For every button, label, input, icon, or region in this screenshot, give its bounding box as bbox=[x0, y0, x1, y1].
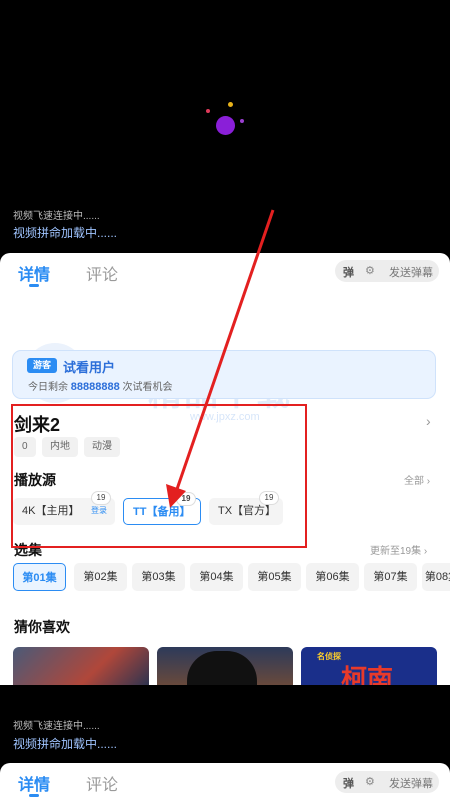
bottom-tab-comments[interactable]: 评论 bbox=[86, 771, 118, 795]
chevron-right-icon[interactable]: › bbox=[426, 413, 431, 429]
episodes-more-link[interactable]: 更新至19集 › bbox=[370, 542, 427, 557]
bottom-loading-text-2: 视频拼命加载中...... bbox=[13, 737, 118, 751]
guest-badge: 游客 bbox=[27, 358, 57, 373]
guest-name: 试看用户 bbox=[63, 360, 116, 375]
tab-active-indicator bbox=[29, 284, 39, 287]
recommend-poster-2[interactable] bbox=[157, 647, 293, 685]
bottom-detail-panel: 详情 评论 弹 ⚙ 发送弹幕 bbox=[0, 763, 450, 800]
episode-item[interactable]: 第04集 bbox=[190, 563, 243, 591]
loading-spinner bbox=[200, 96, 250, 142]
danmaku-toggle-button[interactable]: 弹 bbox=[343, 264, 354, 280]
bottom-send-danmaku[interactable]: 发送弹幕 bbox=[389, 775, 433, 791]
bottom-tab-indicator bbox=[29, 794, 39, 797]
episode-item[interactable]: 第08集 bbox=[422, 563, 450, 591]
recommend-poster-1[interactable] bbox=[13, 647, 149, 685]
send-danmaku-button[interactable]: 发送弹幕 bbox=[389, 264, 433, 280]
episode-item[interactable]: 第03集 bbox=[132, 563, 185, 591]
bottom-player-preview: 视频飞速连接中...... 视频拼命加载中...... 详情 评论 弹 ⚙ 发送… bbox=[0, 685, 450, 800]
bottom-tab-details[interactable]: 详情 bbox=[18, 771, 50, 795]
guest-remaining-count: 88888888 bbox=[70, 381, 120, 393]
episode-item[interactable]: 第01集 bbox=[13, 563, 66, 591]
bottom-danmaku-settings-icon[interactable]: ⚙ bbox=[365, 775, 375, 788]
recommend-heading: 猜你喜欢 bbox=[14, 619, 70, 635]
danmaku-settings-icon[interactable]: ⚙ bbox=[365, 264, 375, 277]
bottom-danmaku-toggle[interactable]: 弹 bbox=[343, 775, 354, 791]
guest-remaining-suffix: 次试看机会 bbox=[122, 382, 173, 393]
episode-item[interactable]: 第06集 bbox=[306, 563, 359, 591]
highlight-box bbox=[11, 404, 307, 548]
video-player[interactable]: 视频飞速连接中...... 视频拼命加载中...... bbox=[0, 0, 450, 253]
guest-remaining: 今日剩余 88888888 次试看机会 bbox=[28, 378, 173, 393]
loading-status-text: 视频飞速连接中...... bbox=[13, 211, 100, 222]
poster-title: 柯南 bbox=[341, 664, 394, 685]
bottom-danmaku-bar: 弹 ⚙ 发送弹幕 bbox=[335, 771, 439, 793]
poster-badge: 名侦探 bbox=[317, 652, 341, 661]
danmaku-bar: 弹 ⚙ 发送弹幕 bbox=[335, 260, 439, 282]
loading-status-text-2: 视频拼命加载中...... bbox=[13, 226, 118, 240]
tab-bar: 详情 评论 弹 ⚙ 发送弹幕 bbox=[0, 253, 450, 293]
bottom-loading-text: 视频飞速连接中...... bbox=[13, 721, 100, 732]
episode-item[interactable]: 第07集 bbox=[364, 563, 417, 591]
recommend-poster-3[interactable]: 名侦探 柯南 bbox=[301, 647, 437, 685]
episodes-update-label: 更新至19集 bbox=[370, 546, 422, 557]
tab-details[interactable]: 详情 bbox=[18, 261, 50, 285]
tab-comments[interactable]: 评论 bbox=[86, 261, 118, 285]
guest-card[interactable]: 游客 试看用户 今日剩余 88888888 次试看机会 bbox=[12, 350, 436, 399]
sources-more-link[interactable]: 全部 › bbox=[404, 472, 430, 487]
guest-remaining-prefix: 今日剩余 bbox=[28, 382, 68, 393]
episode-item[interactable]: 第02集 bbox=[74, 563, 127, 591]
episode-item[interactable]: 第05集 bbox=[248, 563, 301, 591]
poster-figure bbox=[187, 651, 257, 685]
sources-more-label: 全部 bbox=[404, 476, 424, 487]
